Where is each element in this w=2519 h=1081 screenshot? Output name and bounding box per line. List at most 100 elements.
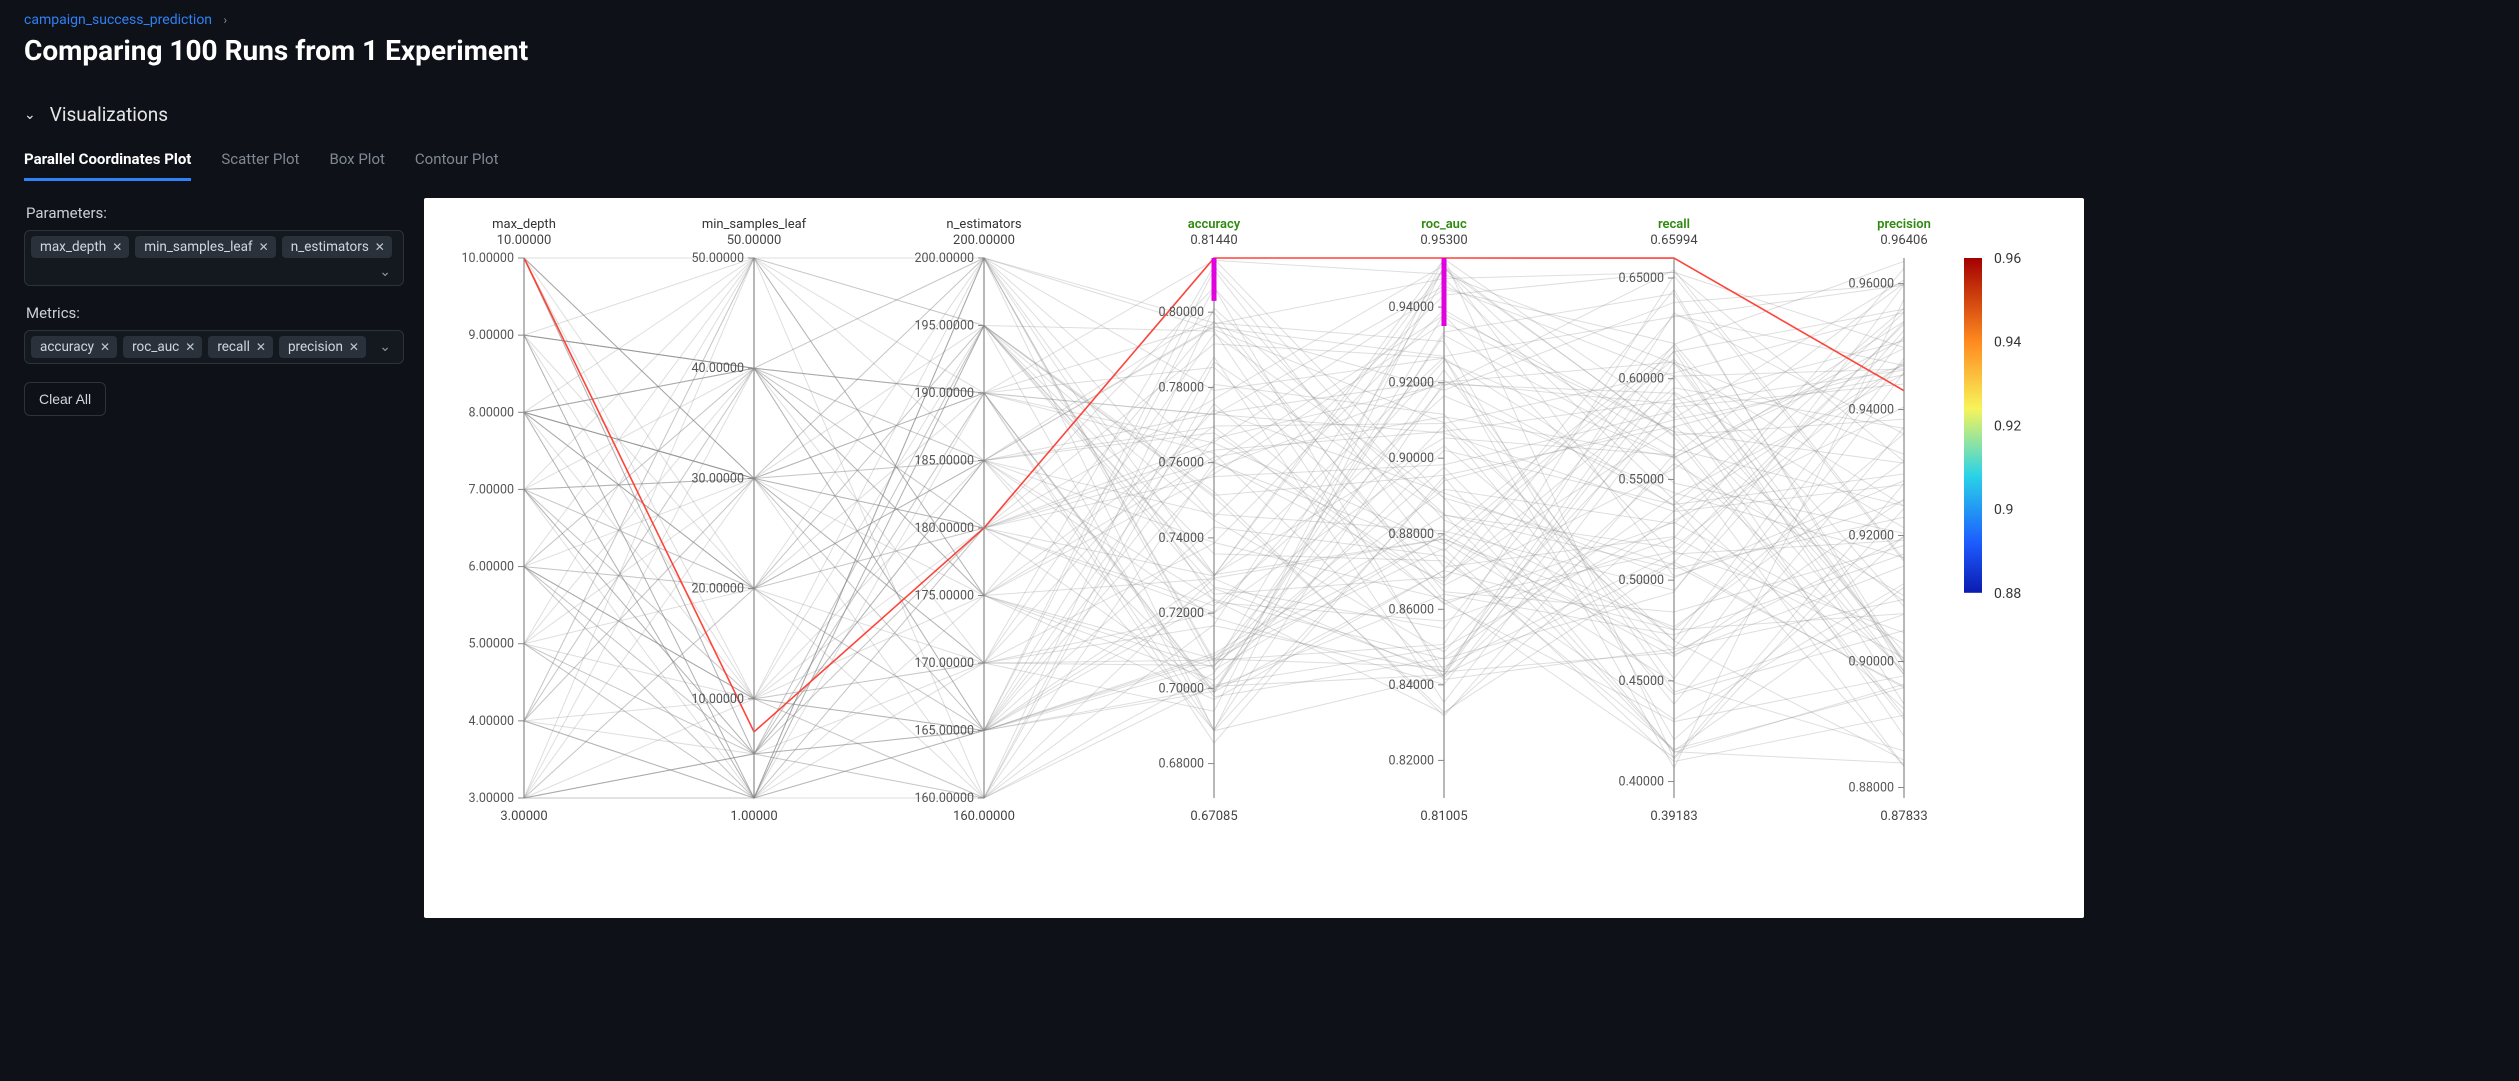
axis-tick: 0.55000 bbox=[1619, 472, 1664, 487]
chevron-down-icon: ⌄ bbox=[24, 107, 36, 123]
metric-tag-label: recall bbox=[217, 339, 250, 355]
tab-contour-plot[interactable]: Contour Plot bbox=[415, 150, 499, 181]
axis-top-accuracy: 0.81440 bbox=[1190, 233, 1237, 248]
axis-tick: 4.00000 bbox=[469, 714, 514, 729]
tab-parallel-coordinates-plot[interactable]: Parallel Coordinates Plot bbox=[24, 150, 191, 181]
parameter-tag-n_estimators[interactable]: n_estimators ✕ bbox=[282, 236, 392, 258]
axis-tick: 165.00000 bbox=[915, 724, 975, 739]
axis-tick: 0.68000 bbox=[1159, 757, 1204, 772]
axis-bottom-accuracy: 0.67085 bbox=[1190, 809, 1237, 824]
axis-tick: 180.00000 bbox=[915, 521, 975, 536]
metrics-label: Metrics: bbox=[26, 304, 404, 322]
breadcrumb-experiment-link[interactable]: campaign_success_prediction bbox=[24, 12, 212, 28]
axis-tick: 185.00000 bbox=[915, 454, 975, 469]
metric-tag-accuracy[interactable]: accuracy ✕ bbox=[31, 336, 117, 358]
parameter-tag-label: min_samples_leaf bbox=[144, 239, 252, 255]
axis-tick: 30.00000 bbox=[692, 471, 744, 486]
axis-tick: 40.00000 bbox=[692, 361, 744, 376]
parameter-tag-label: max_depth bbox=[40, 239, 106, 255]
axis-tick: 0.72000 bbox=[1159, 606, 1204, 621]
axis-top-precision: 0.96406 bbox=[1880, 233, 1927, 248]
axis-tick: 0.88000 bbox=[1849, 780, 1894, 795]
close-icon[interactable]: ✕ bbox=[112, 240, 122, 254]
metric-tag-precision[interactable]: precision ✕ bbox=[279, 336, 366, 358]
parameter-tag-max_depth[interactable]: max_depth ✕ bbox=[31, 236, 129, 258]
axis-bottom-max_depth: 3.00000 bbox=[500, 809, 547, 824]
axis-tick: 0.90000 bbox=[1389, 451, 1434, 466]
axis-bottom-recall: 0.39183 bbox=[1650, 809, 1697, 824]
axis-tick: 160.00000 bbox=[915, 791, 975, 806]
axis-title-precision: precision bbox=[1877, 217, 1931, 232]
axis-tick: 0.96000 bbox=[1849, 277, 1894, 292]
axis-tick: 10.00000 bbox=[462, 251, 514, 266]
axis-tick: 0.60000 bbox=[1619, 372, 1664, 387]
axis-tick: 0.92000 bbox=[1849, 529, 1894, 544]
axis-tick: 175.00000 bbox=[915, 589, 975, 604]
colorbar-tick: 0.9 bbox=[1994, 502, 2013, 518]
parameter-tag-min_samples_leaf[interactable]: min_samples_leaf ✕ bbox=[135, 236, 275, 258]
close-icon[interactable]: ✕ bbox=[256, 340, 266, 354]
tab-box-plot[interactable]: Box Plot bbox=[329, 150, 384, 181]
axis-tick: 0.65000 bbox=[1619, 271, 1664, 286]
axis-top-roc_auc: 0.95300 bbox=[1420, 233, 1467, 248]
parameter-tag-label: n_estimators bbox=[291, 239, 369, 255]
axis-tick: 0.92000 bbox=[1389, 376, 1434, 391]
axis-bottom-n_estimators: 160.00000 bbox=[953, 809, 1015, 824]
axis-tick: 50.00000 bbox=[692, 251, 744, 266]
axis-tick: 0.45000 bbox=[1619, 674, 1664, 689]
axis-tick: 0.88000 bbox=[1389, 527, 1434, 542]
parameters-tag-input[interactable]: max_depth ✕ min_samples_leaf ✕ n_estimators ✕… bbox=[24, 230, 404, 286]
axis-tick: 0.94000 bbox=[1849, 403, 1894, 418]
axis-title-recall: recall bbox=[1658, 217, 1690, 232]
axis-top-recall: 0.65994 bbox=[1650, 233, 1698, 248]
axis-tick: 0.80000 bbox=[1159, 305, 1204, 320]
clear-all-button[interactable]: Clear All bbox=[24, 382, 106, 416]
chevron-down-icon[interactable]: ⌄ bbox=[373, 264, 397, 280]
axis-bottom-precision: 0.87833 bbox=[1880, 809, 1927, 824]
close-icon[interactable]: ✕ bbox=[185, 340, 195, 354]
parallel-coordinates-plot[interactable]: max_depth10.000003.0000010.000009.000008… bbox=[424, 198, 2084, 918]
visualizations-section-toggle[interactable]: ⌄ Visualizations bbox=[24, 103, 2495, 126]
chevron-down-icon[interactable]: ⌄ bbox=[373, 339, 397, 355]
axis-tick: 0.50000 bbox=[1619, 573, 1664, 588]
axis-bottom-min_samples_leaf: 1.00000 bbox=[730, 809, 777, 824]
axis-tick: 0.94000 bbox=[1389, 300, 1434, 315]
axis-tick: 0.76000 bbox=[1159, 456, 1204, 471]
axis-tick: 6.00000 bbox=[469, 560, 514, 575]
axis-title-max_depth: max_depth bbox=[492, 217, 556, 232]
tab-scatter-plot[interactable]: Scatter Plot bbox=[221, 150, 299, 181]
axis-tick: 0.84000 bbox=[1389, 678, 1434, 693]
metrics-tag-input[interactable]: accuracy ✕ roc_auc ✕ recall ✕ precision ✕ ⌄ bbox=[24, 330, 404, 364]
colorbar-tick: 0.88 bbox=[1994, 586, 2021, 602]
axis-top-max_depth: 10.00000 bbox=[497, 233, 552, 248]
section-label: Visualizations bbox=[50, 103, 168, 126]
close-icon[interactable]: ✕ bbox=[259, 240, 269, 254]
axis-top-n_estimators: 200.00000 bbox=[953, 233, 1015, 248]
axis-title-accuracy: accuracy bbox=[1188, 217, 1241, 232]
axis-tick: 0.40000 bbox=[1619, 775, 1664, 790]
close-icon[interactable]: ✕ bbox=[375, 240, 385, 254]
metric-tag-label: precision bbox=[288, 339, 343, 355]
axis-tick: 9.00000 bbox=[469, 328, 514, 343]
axis-tick: 5.00000 bbox=[469, 637, 514, 652]
axis-tick: 195.00000 bbox=[915, 319, 975, 334]
axis-title-min_samples_leaf: min_samples_leaf bbox=[702, 217, 807, 232]
axis-tick: 20.00000 bbox=[692, 582, 744, 597]
metric-tag-recall[interactable]: recall ✕ bbox=[208, 336, 273, 358]
plot-controls: Parameters: max_depth✕min_samples_leaf✕n… bbox=[24, 198, 404, 416]
close-icon[interactable]: ✕ bbox=[349, 340, 359, 354]
parameters-label: Parameters: bbox=[26, 204, 404, 222]
metric-tag-label: roc_auc bbox=[132, 339, 179, 355]
metric-tag-roc_auc[interactable]: roc_auc ✕ bbox=[123, 336, 202, 358]
axis-tick: 190.00000 bbox=[915, 386, 975, 401]
metric-tag-label: accuracy bbox=[40, 339, 94, 355]
colorbar-tick: 0.96 bbox=[1994, 251, 2021, 267]
close-icon[interactable]: ✕ bbox=[100, 340, 110, 354]
breadcrumb[interactable]: campaign_success_prediction › bbox=[24, 12, 2495, 28]
colorbar-tick: 0.94 bbox=[1994, 335, 2021, 351]
axis-top-min_samples_leaf: 50.00000 bbox=[727, 233, 782, 248]
axis-bottom-roc_auc: 0.81005 bbox=[1420, 809, 1467, 824]
axis-tick: 0.86000 bbox=[1389, 602, 1434, 617]
axis-tick: 0.70000 bbox=[1159, 681, 1204, 696]
axis-tick: 3.00000 bbox=[469, 791, 514, 806]
